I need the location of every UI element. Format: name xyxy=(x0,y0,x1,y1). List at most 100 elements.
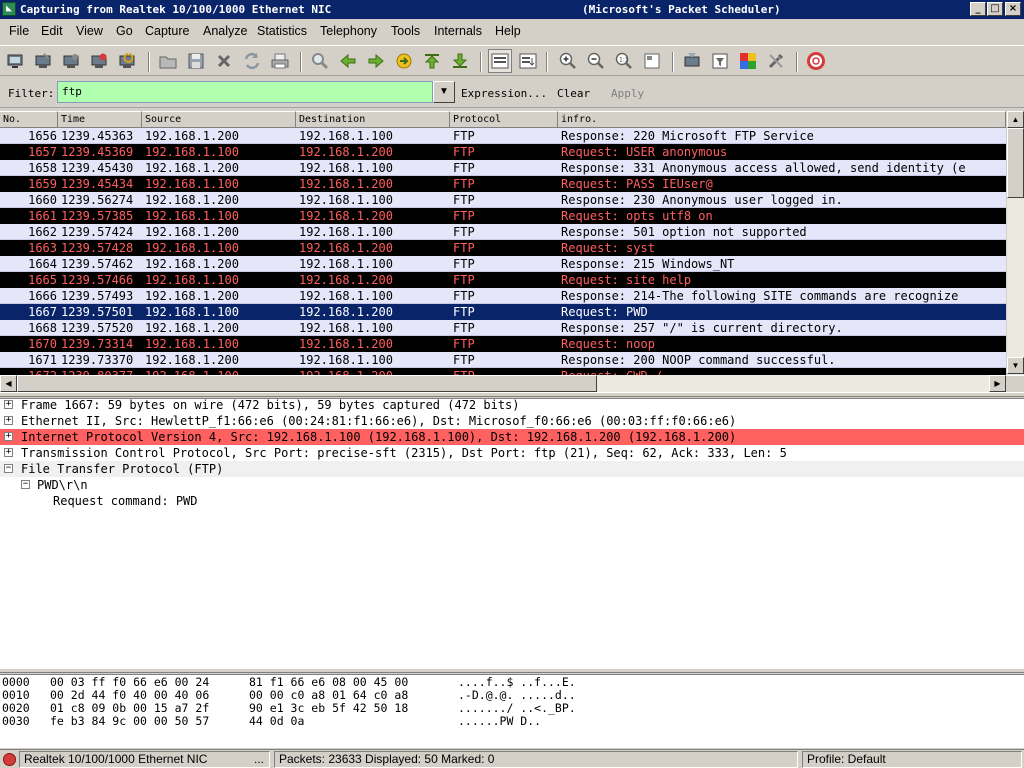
packet-row[interactable]: 1656 1239.45363 192.168.1.200 192.168.1.100… xyxy=(0,128,1006,144)
scroll-down-icon[interactable]: ▼ xyxy=(1007,357,1024,374)
maximize-button[interactable]: □ xyxy=(987,2,1003,16)
open-file-icon[interactable] xyxy=(158,51,178,71)
cell-protocol: FTP xyxy=(453,129,475,143)
go-to-packet-icon[interactable] xyxy=(394,51,414,71)
menu-tools[interactable]: Tools xyxy=(391,24,420,38)
status-expert-button[interactable]: ... xyxy=(254,752,264,767)
apply-button[interactable]: Apply xyxy=(611,87,644,100)
menu-go[interactable]: Go xyxy=(116,24,133,38)
find-packet-icon[interactable] xyxy=(310,51,330,71)
menu-help[interactable]: Help xyxy=(495,24,521,38)
packet-row[interactable]: 1664 1239.57462 192.168.1.200 192.168.1.100… xyxy=(0,256,1006,272)
tree-row-ethernet[interactable]: + Ethernet II, Src: HewlettP_f1:66:e6 (0… xyxy=(0,413,1024,429)
expand-icon[interactable]: + xyxy=(4,448,13,457)
menu-capture[interactable]: Capture xyxy=(145,24,189,38)
zoom-out-icon[interactable] xyxy=(586,51,606,71)
tree-row-ip[interactable]: + Internet Protocol Version 4, Src: 192.… xyxy=(0,429,1024,445)
auto-scroll-icon[interactable] xyxy=(518,51,538,71)
menu-bar: File Edit View Go Capture Analyze Statis… xyxy=(0,20,1024,43)
collapse-icon[interactable]: − xyxy=(4,464,13,473)
go-back-icon[interactable] xyxy=(338,51,358,71)
packet-bytes-pane: 0000 00 03 ff f0 66 e6 00 24 81 f1 66 e6 0… xyxy=(0,674,1024,748)
menu-analyze[interactable]: Analyze xyxy=(203,24,247,38)
filter-dropdown-button[interactable]: ▼ xyxy=(433,81,455,103)
expression-button[interactable]: Expression... xyxy=(461,87,547,100)
start-capture-icon[interactable] xyxy=(61,51,81,71)
interfaces-icon[interactable] xyxy=(5,51,25,71)
column-header-protocol[interactable]: Protocol xyxy=(450,111,558,128)
packet-list-horizontal-scrollbar[interactable]: ◀ ▶ xyxy=(0,375,1006,392)
column-header-source[interactable]: Source xyxy=(142,111,296,128)
scroll-right-icon[interactable]: ▶ xyxy=(989,375,1006,392)
resize-columns-icon[interactable] xyxy=(642,51,662,71)
go-last-packet-icon[interactable] xyxy=(450,51,470,71)
scroll-thumb[interactable] xyxy=(1007,128,1024,198)
packet-row[interactable]: 1663 1239.57428 192.168.1.100 192.168.1.200… xyxy=(0,240,1006,256)
packet-row[interactable]: 1665 1239.57466 192.168.1.100 192.168.1.200… xyxy=(0,272,1006,288)
menu-internals[interactable]: Internals xyxy=(434,24,482,38)
expand-icon[interactable]: + xyxy=(4,416,13,425)
filter-input[interactable]: ftp xyxy=(57,81,433,103)
packet-row[interactable]: 1660 1239.56274 192.168.1.200 192.168.1.100… xyxy=(0,192,1006,208)
packet-row[interactable]: 1671 1239.73370 192.168.1.200 192.168.1.100… xyxy=(0,352,1006,368)
go-forward-icon[interactable] xyxy=(366,51,386,71)
collapse-icon[interactable]: − xyxy=(21,480,30,489)
pane-splitter[interactable] xyxy=(0,668,1024,673)
clear-button[interactable]: Clear xyxy=(557,87,590,100)
scroll-up-icon[interactable]: ▲ xyxy=(1007,111,1024,128)
tree-row-request-command[interactable]: Request command: PWD xyxy=(0,493,1024,509)
normal-size-icon[interactable]: 1:1 xyxy=(614,51,634,71)
menu-view[interactable]: View xyxy=(76,24,103,38)
tree-row-frame[interactable]: + Frame 1667: 59 bytes on wire (472 bits… xyxy=(0,397,1024,413)
packet-row[interactable]: 1670 1239.73314 192.168.1.100 192.168.1.200… xyxy=(0,336,1006,352)
close-button[interactable]: × xyxy=(1005,2,1021,16)
menu-file[interactable]: File xyxy=(9,24,29,38)
menu-telephony[interactable]: Telephony xyxy=(320,24,377,38)
status-profile[interactable]: Profile: Default xyxy=(802,751,1022,768)
minimize-button[interactable]: _ xyxy=(970,2,986,16)
capture-status-icon[interactable] xyxy=(3,753,16,766)
packet-row[interactable]: 1662 1239.57424 192.168.1.200 192.168.1.100… xyxy=(0,224,1006,240)
column-header-no[interactable]: No. xyxy=(0,111,58,128)
packet-row[interactable]: 1668 1239.57520 192.168.1.200 192.168.1.100… xyxy=(0,320,1006,336)
packet-row[interactable]: 1666 1239.57493 192.168.1.200 192.168.1.100… xyxy=(0,288,1006,304)
go-first-packet-icon[interactable] xyxy=(422,51,442,71)
hex-row[interactable]: 0030 fe b3 84 9c 00 00 50 57 44 0d 0a.....… xyxy=(0,715,1024,728)
colorize-packet-list-icon[interactable] xyxy=(488,49,512,73)
coloring-rules-icon[interactable] xyxy=(738,51,758,71)
packet-list-vertical-scrollbar[interactable]: ▲ ▼ xyxy=(1006,111,1024,375)
display-filters-icon[interactable] xyxy=(710,51,730,71)
packet-row[interactable]: 1661 1239.57385 192.168.1.100 192.168.1.200… xyxy=(0,208,1006,224)
capture-options-icon[interactable] xyxy=(33,51,53,71)
scroll-left-icon[interactable]: ◀ xyxy=(0,375,17,392)
cell-info: Response: 215 Windows_NT xyxy=(561,257,735,271)
reload-icon[interactable] xyxy=(242,51,262,71)
packet-row[interactable]: 1658 1239.45430 192.168.1.200 192.168.1.100… xyxy=(0,160,1006,176)
tree-row-tcp[interactable]: + Transmission Control Protocol, Src Por… xyxy=(0,445,1024,461)
preferences-icon[interactable] xyxy=(766,51,786,71)
column-header-destination[interactable]: Destination xyxy=(296,111,450,128)
menu-edit[interactable]: Edit xyxy=(41,24,63,38)
restart-capture-icon[interactable] xyxy=(117,51,137,71)
wireshark-app-icon[interactable]: ◣ xyxy=(2,2,16,16)
column-header-info[interactable]: infro. xyxy=(558,111,1006,128)
zoom-in-icon[interactable] xyxy=(558,51,578,71)
tree-row-ftp[interactable]: − File Transfer Protocol (FTP) xyxy=(0,461,1024,477)
expand-icon[interactable]: + xyxy=(4,432,13,441)
column-header-time[interactable]: Time xyxy=(58,111,142,128)
stop-capture-icon[interactable] xyxy=(89,51,109,71)
packet-row[interactable]: 1659 1239.45434 192.168.1.100 192.168.1.200… xyxy=(0,176,1006,192)
menu-statistics[interactable]: Statistics xyxy=(257,24,307,38)
print-icon[interactable] xyxy=(270,51,290,71)
capture-filters-icon[interactable] xyxy=(682,51,702,71)
packet-row[interactable]: 1657 1239.45369 192.168.1.100 192.168.1.200… xyxy=(0,144,1006,160)
cell-destination: 192.168.1.200 xyxy=(299,273,393,287)
packet-list-header: No. Time Source Destination Protocol inf… xyxy=(0,111,1006,128)
help-icon[interactable] xyxy=(806,51,826,71)
tree-row-pwd[interactable]: − PWD\r\n xyxy=(0,477,1024,493)
close-file-icon[interactable] xyxy=(214,51,234,71)
horizontal-scroll-thumb[interactable] xyxy=(17,375,597,392)
packet-row[interactable]: 1667 1239.57501 192.168.1.100 192.168.1.200… xyxy=(0,304,1006,320)
expand-icon[interactable]: + xyxy=(4,400,13,409)
save-file-icon[interactable] xyxy=(186,51,206,71)
